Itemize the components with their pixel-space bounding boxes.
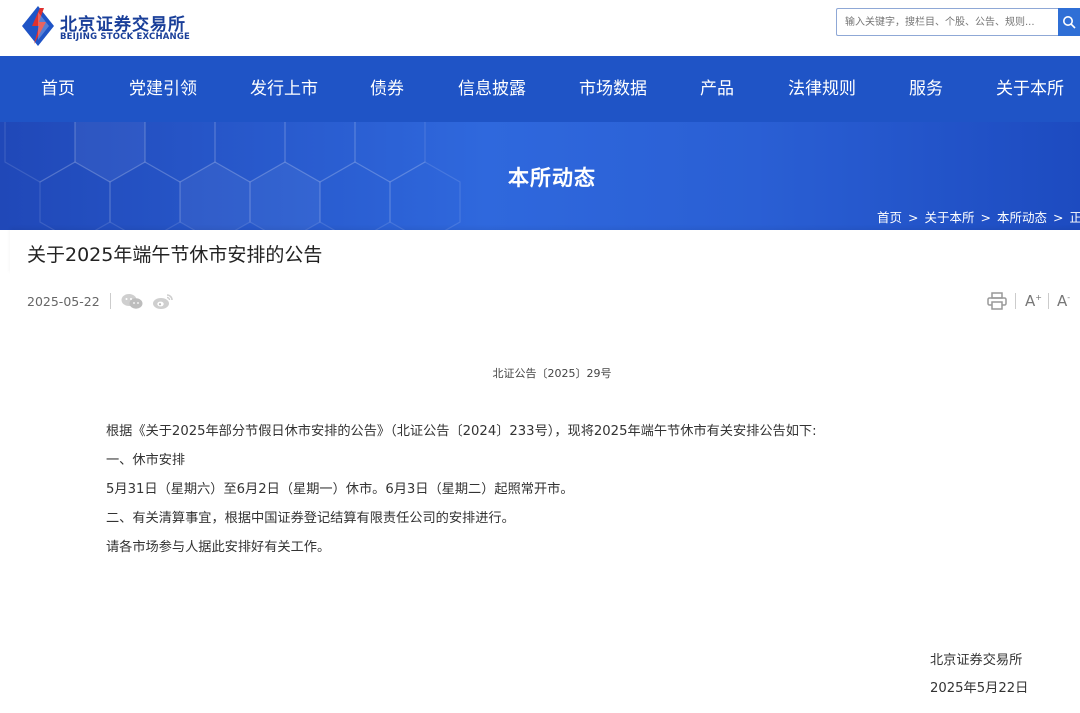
article-header: 关于2025年端午节休市安排的公告: [10, 230, 1080, 274]
tools-divider: [1048, 293, 1049, 309]
breadcrumb-current: 正: [1069, 210, 1080, 225]
font-decrease-button[interactable]: A-: [1057, 292, 1070, 310]
breadcrumb-separator: >: [1053, 210, 1064, 225]
breadcrumb-home[interactable]: 首页: [877, 207, 902, 226]
search-input[interactable]: [836, 8, 1058, 36]
top-header: 北京证券交易所 BEIJING STOCK EXCHANGE: [0, 0, 1080, 56]
font-increase-sup: +: [1035, 293, 1042, 302]
banner-title: 本所动态: [508, 166, 596, 190]
paragraph-closing: 请各市场参与人据此安排好有关工作。: [106, 540, 331, 555]
breadcrumb: 首页 > 关于本所 > 本所动态 > 正: [877, 207, 1080, 226]
brand-name-en: BEIJING STOCK EXCHANGE: [60, 32, 191, 42]
publish-date: 2025-05-22: [27, 294, 100, 309]
breadcrumb-separator: >: [908, 210, 919, 225]
search-icon: [1063, 16, 1076, 29]
search-box: [836, 8, 1080, 36]
signature: 北京证券交易所: [930, 653, 1023, 668]
font-increase-button[interactable]: A+: [1025, 292, 1042, 310]
article-meta: 2025-05-22 A+ A-: [0, 274, 1080, 324]
main-nav: 首页 党建引领 发行上市 债券 信息披露 市场数据 产品 法律规则 服务 关于本…: [0, 56, 1080, 122]
paragraph-schedule: 5月31日（星期六）至6月2日（星期一）休市。6月3日（星期二）起照常开市。: [106, 482, 574, 497]
nav-item-services[interactable]: 服务: [909, 56, 943, 122]
paragraph-section-1: 一、休市安排: [106, 453, 186, 468]
nav-item-bonds[interactable]: 债券: [370, 56, 404, 122]
nav-item-party[interactable]: 党建引领: [129, 56, 197, 122]
page-banner: 本所动态 首页 > 关于本所 > 本所动态 > 正: [0, 122, 1080, 230]
print-icon[interactable]: [987, 292, 1007, 310]
bse-logo-icon: [22, 6, 54, 46]
breadcrumb-news[interactable]: 本所动态: [997, 207, 1047, 226]
font-decrease-label: A: [1057, 292, 1068, 310]
nav-item-disclosure[interactable]: 信息披露: [458, 56, 526, 122]
font-increase-label: A: [1025, 292, 1036, 310]
article-body: 北证公告〔2025〕29号 根据《关于2025年部分节假日休市安排的公告》（北证…: [0, 324, 1080, 713]
paragraph-intro: 根据《关于2025年部分节假日休市安排的公告》（北证公告〔2024〕233号），…: [106, 424, 817, 439]
paragraph-section-2: 二、有关清算事宜，根据中国证券登记结算有限责任公司的安排进行。: [106, 511, 515, 526]
meta-divider: [110, 293, 111, 309]
breadcrumb-about[interactable]: 关于本所: [925, 207, 975, 226]
nav-item-market-data[interactable]: 市场数据: [579, 56, 647, 122]
breadcrumb-separator: >: [980, 210, 991, 225]
nav-item-rules[interactable]: 法律规则: [788, 56, 856, 122]
search-button[interactable]: [1058, 8, 1080, 36]
tools-divider: [1015, 293, 1016, 309]
nav-item-about[interactable]: 关于本所: [996, 56, 1064, 122]
nav-item-home[interactable]: 首页: [41, 56, 75, 122]
nav-item-products[interactable]: 产品: [700, 56, 734, 122]
sign-date: 2025年5月22日: [930, 681, 1029, 696]
nav-item-listing[interactable]: 发行上市: [250, 56, 318, 122]
site-logo[interactable]: 北京证券交易所 BEIJING STOCK EXCHANGE: [20, 4, 190, 50]
weibo-share-icon[interactable]: [152, 293, 174, 310]
font-decrease-sup: -: [1067, 293, 1071, 302]
document-number: 北证公告〔2025〕29号: [492, 367, 612, 380]
article-title: 关于2025年端午节休市安排的公告: [27, 244, 323, 266]
wechat-share-icon[interactable]: [121, 293, 143, 310]
